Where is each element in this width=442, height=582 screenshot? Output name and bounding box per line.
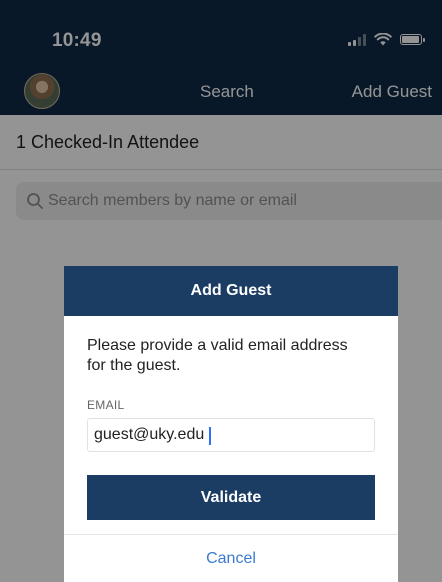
cancel-button[interactable]: Cancel: [64, 535, 398, 582]
dialog-header: Add Guest: [64, 266, 398, 316]
email-label: EMAIL: [87, 398, 125, 412]
add-guest-dialog: Add Guest Please provide a valid email a…: [64, 266, 398, 582]
dialog-title: Add Guest: [190, 282, 272, 299]
email-field[interactable]: [87, 418, 375, 452]
text-cursor: [209, 427, 211, 445]
screen: 10:49 Search Add Guest 1 Checked-In Atte…: [0, 0, 442, 582]
validate-button[interactable]: Validate: [87, 475, 375, 520]
dialog-message: Please provide a valid email address for…: [87, 337, 348, 374]
